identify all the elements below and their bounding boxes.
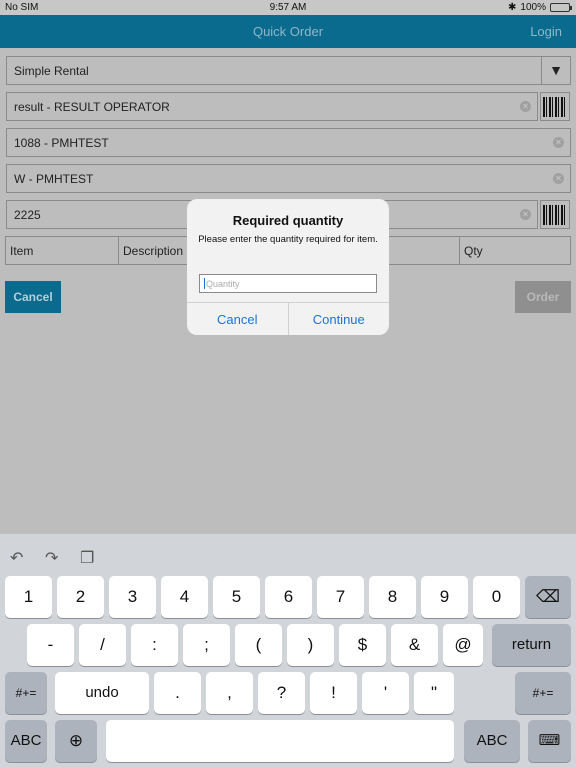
undo-icon[interactable]: ↶ <box>10 548 23 568</box>
return-key[interactable]: return <box>492 624 571 666</box>
operator-value: result - RESULT OPERATOR <box>14 100 170 114</box>
key-close-paren[interactable]: ) <box>287 624 334 666</box>
clock: 9:57 AM <box>269 2 307 13</box>
clear-icon[interactable]: ✕ <box>553 137 564 148</box>
battery-percent: 100% <box>520 2 546 13</box>
key-slash[interactable]: / <box>79 624 126 666</box>
key-quote[interactable]: " <box>414 672 454 714</box>
nav-bar: Quick Order Login <box>0 15 576 48</box>
globe-icon: ⊕ <box>68 731 84 750</box>
quantity-placeholder: Quantity <box>206 279 240 289</box>
status-right: ✱ 100% <box>508 2 572 13</box>
dialog-continue-button[interactable]: Continue <box>287 303 390 335</box>
key-8[interactable]: 8 <box>369 576 416 618</box>
key-2[interactable]: 2 <box>57 576 104 618</box>
symbols-key-right[interactable]: #+= <box>515 672 571 714</box>
backspace-key[interactable]: ⌫ <box>525 576 571 618</box>
customer-field[interactable]: 1088 - PMHTEST ✕ <box>6 128 571 157</box>
key-3[interactable]: 3 <box>109 576 156 618</box>
space-key[interactable] <box>106 720 454 762</box>
customer-value: 1088 - PMHTEST <box>14 136 109 150</box>
location-field[interactable]: W - PMHTEST ✕ <box>6 164 571 193</box>
keyboard-dismiss-icon: ⌨ <box>538 732 561 749</box>
globe-key[interactable]: ⊕ <box>55 720 97 762</box>
barcode-scan-button[interactable] <box>540 92 570 121</box>
paste-icon[interactable]: ❐ <box>80 548 94 568</box>
item-code-value: 2225 <box>14 208 41 222</box>
key-0[interactable]: 0 <box>473 576 520 618</box>
dialog-cancel-button[interactable]: Cancel <box>187 303 288 335</box>
page-title: Quick Order <box>252 24 324 39</box>
dialog-title: Required quantity <box>232 213 344 228</box>
key-ampersand[interactable]: & <box>391 624 438 666</box>
column-qty: Qty <box>464 244 483 258</box>
key-7[interactable]: 7 <box>317 576 364 618</box>
barcode-icon <box>543 96 567 117</box>
operator-field[interactable]: result - RESULT OPERATOR ✕ <box>6 92 538 121</box>
key-at[interactable]: @ <box>443 624 483 666</box>
order-button[interactable]: Order <box>515 281 571 313</box>
rental-type-select[interactable]: Simple Rental ▼ <box>6 56 571 85</box>
dialog-buttons: Cancel Continue <box>187 302 389 335</box>
text-cursor <box>204 278 205 289</box>
cancel-button[interactable]: Cancel <box>5 281 61 313</box>
rental-type-value: Simple Rental <box>14 64 89 78</box>
key-4[interactable]: 4 <box>161 576 208 618</box>
clear-icon[interactable]: ✕ <box>553 173 564 184</box>
key-comma[interactable]: , <box>206 672 253 714</box>
abc-key-right[interactable]: ABC <box>464 720 520 762</box>
key-colon[interactable]: : <box>131 624 178 666</box>
location-value: W - PMHTEST <box>14 172 94 186</box>
dismiss-keyboard-key[interactable]: ⌨ <box>528 720 571 762</box>
bluetooth-icon: ✱ <box>508 2 517 13</box>
key-apostrophe[interactable]: ' <box>362 672 409 714</box>
key-5[interactable]: 5 <box>213 576 260 618</box>
key-6[interactable]: 6 <box>265 576 312 618</box>
symbols-key-left[interactable]: #+= <box>5 672 47 714</box>
login-button[interactable]: Login <box>530 24 562 39</box>
undo-key[interactable]: undo <box>55 672 149 714</box>
key-exclamation[interactable]: ! <box>310 672 357 714</box>
barcode-icon <box>543 204 567 225</box>
key-period[interactable]: . <box>154 672 201 714</box>
key-semicolon[interactable]: ; <box>183 624 230 666</box>
abc-key-left[interactable]: ABC <box>5 720 47 762</box>
key-open-paren[interactable]: ( <box>235 624 282 666</box>
backspace-icon: ⌫ <box>535 587 561 606</box>
key-9[interactable]: 9 <box>421 576 468 618</box>
chevron-down-icon[interactable]: ▼ <box>541 57 570 84</box>
key-dollar[interactable]: $ <box>339 624 386 666</box>
clear-icon[interactable]: ✕ <box>520 209 531 220</box>
key-1[interactable]: 1 <box>5 576 52 618</box>
redo-icon[interactable]: ↷ <box>45 548 58 568</box>
barcode-scan-button[interactable] <box>540 200 570 229</box>
key-question[interactable]: ? <box>258 672 305 714</box>
key-hyphen[interactable]: - <box>27 624 74 666</box>
column-item: Item <box>6 237 119 264</box>
quantity-input[interactable]: Quantity <box>199 274 377 293</box>
dialog-message: Please enter the quantity required for i… <box>198 234 378 245</box>
status-bar: No SIM 9:57 AM ✱ 100% <box>0 0 576 15</box>
clear-icon[interactable]: ✕ <box>520 101 531 112</box>
battery-icon <box>550 3 572 12</box>
required-quantity-dialog: Required quantity Please enter the quant… <box>187 199 389 335</box>
